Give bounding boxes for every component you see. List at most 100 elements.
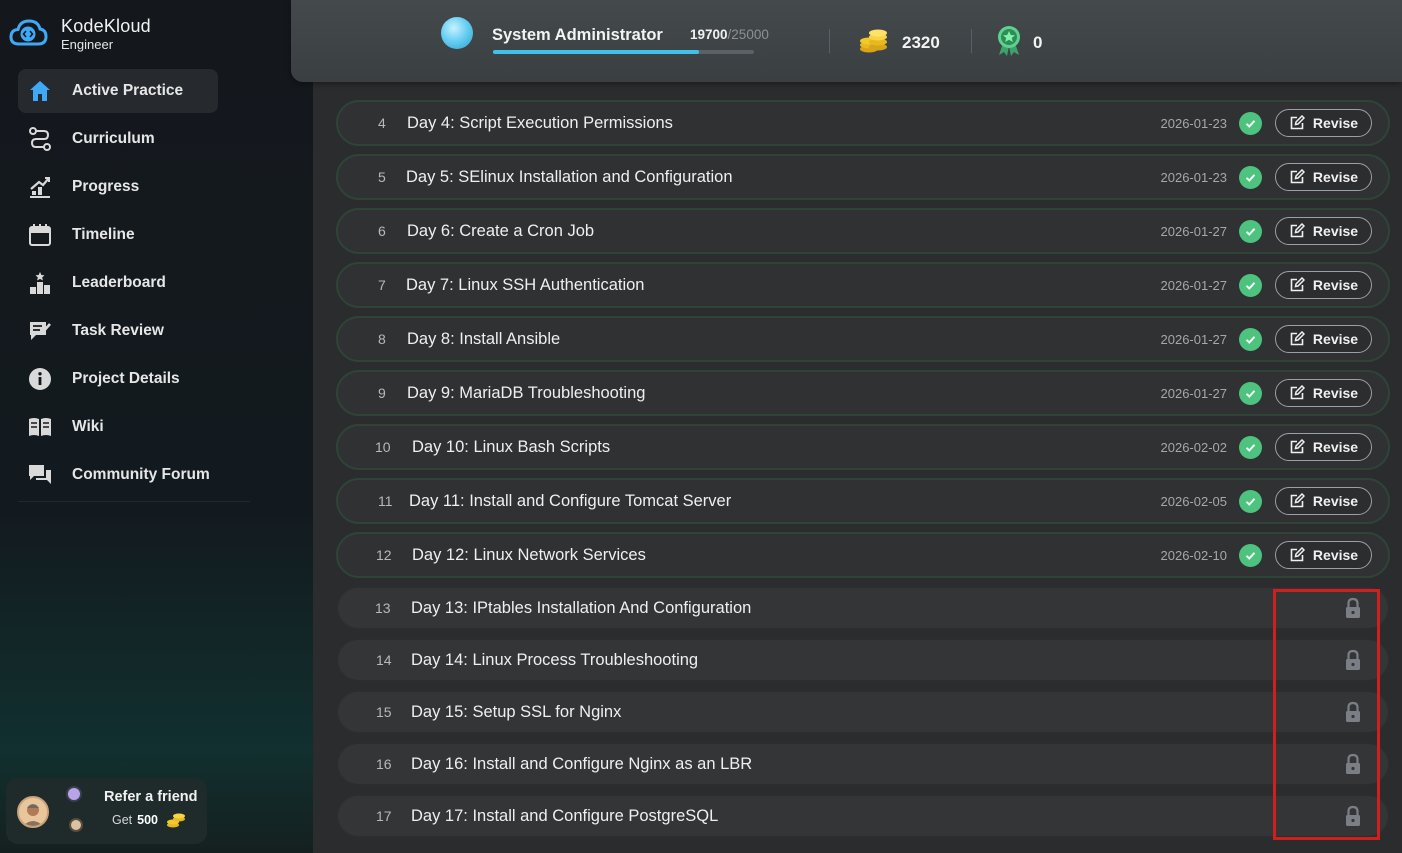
- edit-icon: [1289, 277, 1305, 293]
- stats-bar: System Administrator 19700/25000 2320 0: [291, 0, 1402, 82]
- sidebar-item-community-forum[interactable]: Community Forum: [18, 453, 218, 497]
- task-title[interactable]: Day 8: Install Ansible: [407, 330, 560, 349]
- refer-amount: 500: [137, 813, 159, 827]
- sidebar-item-wiki[interactable]: Wiki: [18, 405, 218, 449]
- task-row[interactable]: 10 Day 10: Linux Bash Scripts 2026-02-02 Re…: [336, 424, 1390, 470]
- revise-button-label: Revise: [1312, 115, 1359, 131]
- task-title[interactable]: Day 14: Linux Process Troubleshooting: [411, 651, 698, 670]
- badge-award-icon: [996, 25, 1022, 62]
- revise-button-label: Revise: [1312, 385, 1359, 401]
- task-completed-date: 2026-01-27: [1160, 223, 1228, 239]
- avatar: [66, 786, 82, 802]
- task-row[interactable]: 9 Day 9: MariaDB Troubleshooting 2026-01-2…: [336, 370, 1390, 416]
- lock-icon: [1344, 805, 1362, 827]
- revise-button-label: Revise: [1312, 493, 1359, 509]
- task-row[interactable]: 5 Day 5: SElinux Installation and Configu…: [336, 154, 1390, 200]
- sidebar-item-project-details[interactable]: Project Details: [18, 357, 218, 401]
- badges-count: 0: [1033, 33, 1043, 52]
- task-row[interactable]: 7 Day 7: Linux SSH Authentication 2026-01-…: [336, 262, 1390, 308]
- task-number: 6: [378, 223, 386, 239]
- progress-chart-icon: [27, 174, 53, 200]
- task-row[interactable]: 4 Day 4: Script Execution Permissions 2026…: [336, 100, 1390, 146]
- book-icon: [27, 414, 53, 440]
- revise-button[interactable]: Revise: [1275, 271, 1372, 299]
- revise-button[interactable]: Revise: [1275, 541, 1372, 569]
- sidebar-item-label: Progress: [72, 178, 140, 195]
- check-icon: [1239, 327, 1262, 351]
- task-number: 8: [378, 331, 386, 347]
- task-title[interactable]: Day 6: Create a Cron Job: [407, 222, 594, 241]
- xp-progress-fill: [493, 50, 699, 54]
- sidebar: KodeKloud Engineer Active Practice Curri…: [0, 0, 313, 853]
- revise-button[interactable]: Revise: [1275, 379, 1372, 407]
- task-title[interactable]: Day 11: Install and Configure Tomcat Ser…: [409, 492, 731, 511]
- divider: [971, 29, 972, 53]
- sidebar-nav: Active Practice Curriculum Progress Time…: [18, 69, 250, 502]
- revise-button-label: Revise: [1312, 169, 1359, 185]
- task-title[interactable]: Day 16: Install and Configure Nginx as a…: [411, 755, 752, 774]
- task-title[interactable]: Day 13: IPtables Installation And Config…: [411, 599, 751, 618]
- edit-icon: [1289, 223, 1305, 239]
- sidebar-item-active-practice[interactable]: Active Practice: [18, 69, 218, 113]
- revise-button[interactable]: Revise: [1275, 217, 1372, 245]
- task-title[interactable]: Day 10: Linux Bash Scripts: [412, 438, 610, 457]
- coins-count: 2320: [902, 33, 940, 52]
- edit-icon: [1289, 115, 1305, 131]
- calendar-icon: [27, 222, 53, 248]
- sidebar-item-leaderboard[interactable]: Leaderboard: [18, 261, 218, 305]
- task-row[interactable]: 6 Day 6: Create a Cron Job 2026-01-27 Revis…: [336, 208, 1390, 254]
- check-icon: [1239, 111, 1262, 135]
- edit-icon: [1289, 493, 1305, 509]
- refer-reward: Get 500: [112, 811, 186, 829]
- revise-button[interactable]: Revise: [1275, 163, 1372, 191]
- leaderboard-icon: [27, 270, 53, 296]
- revise-button[interactable]: Revise: [1275, 109, 1372, 137]
- check-icon: [1239, 165, 1262, 189]
- revise-button-label: Revise: [1312, 439, 1359, 455]
- task-title[interactable]: Day 7: Linux SSH Authentication: [406, 276, 644, 295]
- sidebar-item-label: Leaderboard: [72, 274, 166, 291]
- task-row[interactable]: 8 Day 8: Install Ansible 2026-01-27 Revise: [336, 316, 1390, 362]
- task-title[interactable]: Day 15: Setup SSL for Nginx: [411, 703, 621, 722]
- task-title[interactable]: Day 4: Script Execution Permissions: [407, 114, 673, 133]
- refer-a-friend-card[interactable]: Refer a friend Get 500: [6, 778, 207, 844]
- brand[interactable]: KodeKloud Engineer: [8, 14, 151, 54]
- check-icon: [1239, 273, 1262, 297]
- revise-button-label: Revise: [1312, 547, 1359, 563]
- task-number: 10: [375, 439, 391, 455]
- task-title[interactable]: Day 5: SElinux Installation and Configur…: [406, 168, 733, 187]
- revise-button[interactable]: Revise: [1275, 487, 1372, 515]
- divider: [829, 29, 830, 53]
- sidebar-item-progress[interactable]: Progress: [18, 165, 218, 209]
- task-completed-date: 2026-02-02: [1160, 439, 1228, 455]
- sidebar-item-curriculum[interactable]: Curriculum: [18, 117, 218, 161]
- xp-progress-bar: [493, 50, 754, 54]
- task-row[interactable]: 13 Day 13: IPtables Installation And Conf…: [336, 586, 1390, 630]
- task-row[interactable]: 16 Day 16: Install and Configure Nginx as…: [336, 742, 1390, 786]
- task-row[interactable]: 12 Day 12: Linux Network Services 2026-02-…: [336, 532, 1390, 578]
- avatar: [69, 818, 83, 832]
- task-title[interactable]: Day 17: Install and Configure PostgreSQL: [411, 807, 718, 826]
- sidebar-item-timeline[interactable]: Timeline: [18, 213, 218, 257]
- task-row[interactable]: 17 Day 17: Install and Configure PostgreS…: [336, 794, 1390, 838]
- check-icon: [1239, 543, 1262, 567]
- revise-button[interactable]: Revise: [1275, 433, 1372, 461]
- revise-button-label: Revise: [1312, 277, 1359, 293]
- edit-icon: [1289, 331, 1305, 347]
- task-completed-date: 2026-02-10: [1160, 547, 1228, 563]
- revise-button[interactable]: Revise: [1275, 325, 1372, 353]
- sidebar-item-label: Project Details: [72, 370, 180, 387]
- brand-subtitle: Engineer: [61, 37, 114, 52]
- task-row[interactable]: 15 Day 15: Setup SSL for Nginx: [336, 690, 1390, 734]
- task-title[interactable]: Day 12: Linux Network Services: [412, 546, 646, 565]
- sidebar-item-label: Community Forum: [72, 466, 210, 483]
- lock-icon: [1344, 701, 1362, 723]
- task-row[interactable]: 11 Day 11: Install and Configure Tomcat S…: [336, 478, 1390, 524]
- xp-counter: 19700/25000: [690, 27, 769, 42]
- xp-current: 19700: [690, 27, 728, 42]
- sidebar-item-task-review[interactable]: Task Review: [18, 309, 218, 353]
- task-row[interactable]: 14 Day 14: Linux Process Troubleshooting: [336, 638, 1390, 682]
- coins-icon: [859, 27, 889, 60]
- task-title[interactable]: Day 9: MariaDB Troubleshooting: [407, 384, 645, 403]
- coins-icon: [166, 811, 186, 829]
